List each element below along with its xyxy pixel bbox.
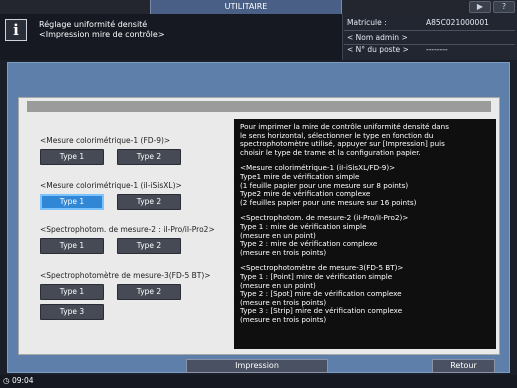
print-button[interactable]: Impression [186,359,328,373]
clock: ◷ 09:04 [3,376,34,385]
mode-title-tab: UTILITAIRE [150,0,342,14]
panel-header-bar [27,101,491,112]
group-label-iipro: <Spectrophotom. de mesure-2 : iI-Pro/iI-… [40,225,215,234]
iipro-type1-button[interactable]: Type 1 [40,238,104,254]
help-button[interactable]: ? [493,1,515,13]
clock-icon: ◷ [3,376,10,385]
group-label-fd5bt: <Spectrophotomètre de mesure-3(FD-5 BT)> [40,271,211,280]
description-iisisxl-fd9: <Mesure colorimétrique-1 (iI-iSisXL/FD-9… [240,163,417,207]
screen-subtitle: <Impression mire de contrôle> [39,30,165,39]
station-label: < N° du poste > [347,45,409,54]
station-value: -------- [426,45,448,54]
fd5bt-type1-button[interactable]: Type 1 [40,284,104,300]
iisisxl-type2-button[interactable]: Type 2 [117,194,181,210]
back-button[interactable]: Retour [432,359,495,373]
serial-value: A85C021000001 [426,18,489,27]
iipro-type2-button[interactable]: Type 2 [117,238,181,254]
group-label-fd9: <Mesure colorimétrique-1 (FD-9)> [40,136,171,145]
group-label-iisisxl: <Mesure colorimétrique-1 (iI-iSisXL)> [40,181,182,190]
fd9-type1-button[interactable]: Type 1 [40,149,104,165]
description-iipro: <Spectrophotom. de mesure-2 (iI-Pro/iI-P… [240,213,409,257]
description-intro: Pour imprimer la mire de contrôle unifor… [240,122,449,157]
iisisxl-type1-button[interactable]: Type 1 [40,194,104,210]
serial-label: Matricule : [347,18,387,27]
status-bar [0,375,517,388]
fd5bt-type3-button[interactable]: Type 3 [40,304,104,320]
fd5bt-type2-button[interactable]: Type 2 [117,284,181,300]
info-icon: i [5,19,27,41]
speaker-icon[interactable]: ▶ [469,1,491,13]
divider [344,30,515,31]
admin-name-label: < Nom admin > [347,33,408,42]
description-panel: Pour imprimer la mire de contrôle unifor… [234,119,496,349]
screen-title: Réglage uniformité densité [39,20,148,29]
clock-time: 09:04 [11,376,34,385]
description-fd5bt: <Spectrophotomètre de mesure-3(FD-5 BT)>… [240,263,404,324]
fd9-type2-button[interactable]: Type 2 [117,149,181,165]
